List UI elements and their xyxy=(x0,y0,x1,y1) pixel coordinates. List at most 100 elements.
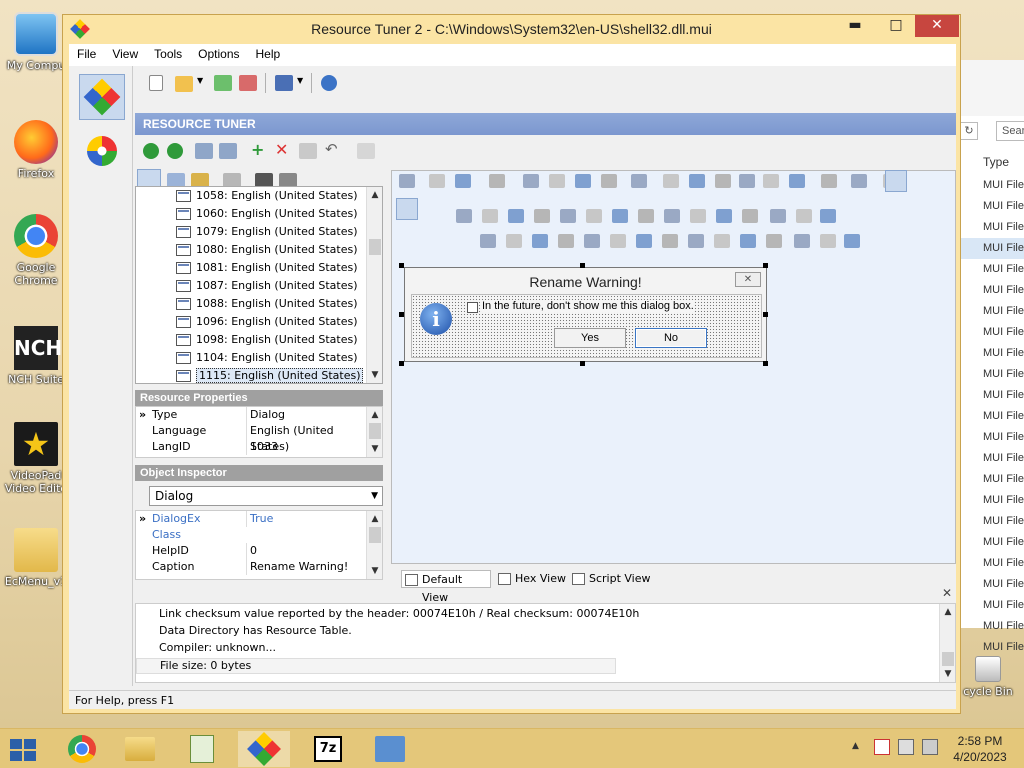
designer-tool-icon[interactable] xyxy=(610,234,626,248)
reload-icon[interactable] xyxy=(214,75,232,91)
tree-item[interactable]: 1096: English (United States) xyxy=(136,313,382,331)
designer-tool-icon[interactable] xyxy=(638,209,654,223)
menu-help[interactable]: Help xyxy=(248,44,289,61)
add-icon[interactable]: + xyxy=(251,140,264,159)
pointer-tool-button[interactable] xyxy=(396,198,418,220)
log-close-button[interactable]: ✕ xyxy=(942,586,952,600)
designer-tool-icon[interactable] xyxy=(456,209,472,223)
scroll-thumb[interactable] xyxy=(942,652,954,666)
tree-item[interactable]: 1079: English (United States) xyxy=(136,223,382,241)
designer-tool-icon[interactable] xyxy=(714,234,730,248)
designer-tool-icon[interactable] xyxy=(523,174,539,188)
designer-tool-icon[interactable] xyxy=(429,174,445,188)
column-header-type[interactable]: Type xyxy=(983,155,1009,169)
designer-tool-icon[interactable] xyxy=(549,174,565,188)
menu-tools[interactable]: Tools xyxy=(146,44,190,61)
yes-button[interactable]: Yes xyxy=(554,328,626,348)
list-item[interactable]: MUI File xyxy=(956,553,1024,574)
arrow-up-icon[interactable] xyxy=(167,143,183,159)
scroll-thumb[interactable] xyxy=(369,527,381,543)
tree-item[interactable]: 1080: English (United States) xyxy=(136,241,382,259)
scroll-down-icon[interactable]: ▼ xyxy=(367,563,382,579)
designer-tool-icon[interactable] xyxy=(739,174,755,188)
list-item[interactable]: MUI File xyxy=(956,595,1024,616)
refresh-icon[interactable]: ↻ xyxy=(960,122,978,140)
list-item[interactable]: MUI File xyxy=(956,427,1024,448)
property-row[interactable]: » Type Dialog xyxy=(136,407,382,423)
designer-tool-icon[interactable] xyxy=(742,209,758,223)
property-row[interactable]: Language English (United States) xyxy=(136,423,382,455)
property-row[interactable]: LangID 1033 xyxy=(136,439,382,455)
chevron-down-icon[interactable]: ▼ xyxy=(297,76,303,85)
designer-tool-icon[interactable] xyxy=(586,209,602,223)
search-input[interactable]: Sear xyxy=(996,121,1024,141)
designer-tool-icon[interactable] xyxy=(663,174,679,188)
tree-item[interactable]: 1115: English (United States) xyxy=(136,367,382,383)
list-item[interactable]: MUI File xyxy=(956,448,1024,469)
dialog-designer[interactable] xyxy=(391,170,956,564)
sidebar-target-icon[interactable] xyxy=(87,136,117,166)
tree-item[interactable]: 1060: English (United States) xyxy=(136,205,382,223)
designer-tool-icon[interactable] xyxy=(763,174,779,188)
list-item[interactable]: MUI File xyxy=(956,175,1024,196)
designer-tool-icon[interactable] xyxy=(558,234,574,248)
designer-tool-icon[interactable] xyxy=(575,174,591,188)
tree-item[interactable]: 1081: English (United States) xyxy=(136,259,382,277)
tree-item[interactable]: 1098: English (United States) xyxy=(136,331,382,349)
designer-tool-icon[interactable] xyxy=(740,234,756,248)
inspector-row[interactable]: » DialogEx True xyxy=(136,511,382,527)
scroll-up-icon[interactable]: ▲ xyxy=(367,407,382,423)
delete-icon[interactable]: ✕ xyxy=(275,140,288,159)
scroll-down-icon[interactable]: ▼ xyxy=(367,441,382,457)
tree-item[interactable]: 1087: English (United States) xyxy=(136,277,382,295)
designer-tool-icon[interactable] xyxy=(789,174,805,188)
list-item[interactable]: MUI File xyxy=(956,637,1024,658)
designer-tool-icon[interactable] xyxy=(770,209,786,223)
designer-tool-icon[interactable] xyxy=(715,174,731,188)
list-item[interactable]: MUI File xyxy=(956,490,1024,511)
list-item[interactable]: MUI File xyxy=(956,385,1024,406)
tray-chevron-icon[interactable]: ▲ xyxy=(852,741,859,751)
designer-tool-icon[interactable] xyxy=(532,234,548,248)
arrow-down-icon[interactable] xyxy=(143,143,159,159)
resize-handle[interactable] xyxy=(399,263,404,268)
object-select[interactable]: Dialog ▼ xyxy=(149,486,383,506)
taskbar-chrome[interactable] xyxy=(56,731,108,767)
list-item[interactable]: MUI File xyxy=(956,406,1024,427)
start-button[interactable] xyxy=(10,739,38,761)
designer-tool-icon[interactable] xyxy=(796,209,812,223)
designer-tool-icon[interactable] xyxy=(766,234,782,248)
designer-tool-icon[interactable] xyxy=(851,174,867,188)
open-folder-icon[interactable] xyxy=(175,76,193,92)
list-item[interactable]: MUI File xyxy=(956,469,1024,490)
resize-handle[interactable] xyxy=(580,263,585,268)
designer-tool-icon[interactable] xyxy=(820,234,836,248)
log-scrollbar[interactable]: ▲ ▼ xyxy=(939,604,955,682)
inspector-row[interactable]: Class xyxy=(136,527,382,543)
undo-icon[interactable]: ↶ xyxy=(325,140,338,158)
network-icon[interactable] xyxy=(898,739,914,755)
list-item[interactable]: MUI File xyxy=(956,343,1024,364)
taskbar-file-explorer[interactable] xyxy=(114,731,166,767)
designer-tool-icon[interactable] xyxy=(482,209,498,223)
dialog-preview[interactable]: Rename Warning! ✕ i In the future, don't… xyxy=(404,267,767,362)
minimize-button[interactable]: ▬ xyxy=(840,15,870,37)
designer-tool-icon[interactable] xyxy=(506,234,522,248)
tree-item[interactable]: 1058: English (United States) xyxy=(136,187,382,205)
scroll-up-icon[interactable]: ▲ xyxy=(940,604,956,620)
inspector-row[interactable]: HelpID 0 xyxy=(136,543,382,559)
designer-tool-icon[interactable] xyxy=(690,209,706,223)
scroll-thumb[interactable] xyxy=(369,423,381,439)
desktop-icon-recycle-bin[interactable]: cycle Bin xyxy=(952,656,1024,698)
new-file-icon[interactable] xyxy=(149,75,163,91)
system-clock[interactable]: 2:58 PM 4/20/2023 xyxy=(948,733,1012,765)
menu-options[interactable]: Options xyxy=(190,44,247,61)
taskbar-7zip[interactable]: 7z xyxy=(302,731,354,767)
taskbar-control-panel[interactable] xyxy=(364,731,416,767)
scroll-down-icon[interactable]: ▼ xyxy=(367,367,382,383)
list-item[interactable]: MUI File xyxy=(956,532,1024,553)
help-icon[interactable] xyxy=(321,75,337,91)
designer-tool-icon[interactable] xyxy=(794,234,810,248)
taskbar-resource-tuner[interactable] xyxy=(238,731,290,767)
properties-scrollbar[interactable]: ▲ ▼ xyxy=(366,407,382,457)
